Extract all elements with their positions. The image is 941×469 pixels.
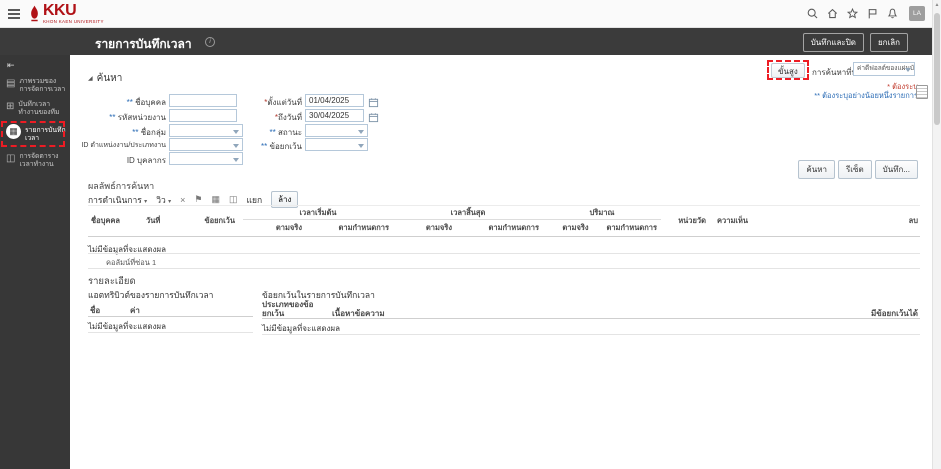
sidebar-collapse-icon[interactable]: ⇤ bbox=[7, 60, 15, 71]
logo-subtitle: KHON KAEN UNIVERSITY bbox=[43, 19, 104, 24]
col-exception: ข้อยกเว้น bbox=[204, 216, 235, 225]
unit-code-input[interactable] bbox=[169, 109, 237, 122]
flag-marker-icon[interactable]: ⚑ bbox=[194, 194, 202, 205]
main-content: ◢ ค้นหา ขั้นสูง การค้นหาที่บันทึก ค่าดีฟอ… bbox=[70, 55, 932, 469]
sidebar-item-time-overview[interactable]: ▤ ภาพรวมของการจัดการเวลา bbox=[0, 78, 70, 95]
user-avatar[interactable]: LA bbox=[909, 6, 925, 21]
col-end-actual: ตามจริง bbox=[425, 223, 452, 232]
col-group-end-time: เวลาสิ้นสุด ตามจริง ตามกำหนดการ bbox=[393, 206, 543, 236]
saved-search-select[interactable]: ค่าดีฟอลต์ของแผ่นบันทึกเวลา bbox=[853, 62, 915, 76]
to-date-calendar-icon[interactable] bbox=[368, 110, 379, 123]
col-start-scheduled: ตามกำหนดการ bbox=[338, 223, 389, 232]
from-date-label: ตั้งแต่วันที่ bbox=[267, 98, 302, 107]
caret-down-icon: ▾ bbox=[144, 198, 148, 205]
logo-text: KKU bbox=[43, 2, 77, 19]
time-entries-icon: ▦ bbox=[6, 124, 21, 139]
col-date: วันที่ bbox=[146, 216, 161, 225]
save-search-button[interactable]: บันทึก... bbox=[874, 160, 918, 179]
to-date-input[interactable] bbox=[305, 109, 364, 122]
exc-col-type: ประเภทของข้อยกเว้น bbox=[262, 300, 314, 319]
cancel-button[interactable]: ยกเลิก bbox=[869, 33, 908, 52]
advanced-search-button[interactable]: ขั้นสูง bbox=[771, 63, 805, 78]
schedule-icon: ◫ bbox=[6, 153, 16, 164]
status-label: สถานะ bbox=[278, 128, 302, 137]
vertical-scrollbar[interactable]: ▲ bbox=[932, 0, 941, 469]
exception-select[interactable] bbox=[305, 138, 368, 151]
col-qty-scheduled: ตามกำหนดการ bbox=[606, 223, 657, 232]
col-start-actual: ตามจริง bbox=[275, 223, 302, 232]
results-empty-text: ไม่มีข้อมูลที่จะแสดงผล bbox=[88, 245, 167, 254]
from-date-input[interactable] bbox=[305, 94, 364, 107]
sidebar-item-team-time[interactable]: ⊞ บันทึกเวลาทำงานของทีม bbox=[0, 101, 70, 118]
scrollbar-thumb[interactable] bbox=[934, 13, 940, 125]
col-end-scheduled: ตามกำหนดการ bbox=[488, 223, 539, 232]
at-least-one-note: ** ต้องระบุอย่างน้อยหนึ่งรายการ bbox=[814, 91, 918, 100]
col-qty-actual: ตามจริง bbox=[562, 223, 589, 232]
col-comment: ความเห็น bbox=[717, 216, 749, 225]
attributes-title: แอตทริบิวต์ของรายการบันทึกเวลา bbox=[88, 290, 214, 300]
kku-flame-icon bbox=[31, 5, 38, 22]
page-title: รายการบันทึกเวลา bbox=[95, 37, 192, 51]
search-icon[interactable] bbox=[805, 6, 820, 21]
person-name-label: ชื่อบุคคล bbox=[135, 98, 166, 107]
home-icon[interactable] bbox=[825, 6, 840, 21]
details-heading: รายละเอียด bbox=[88, 276, 136, 287]
caret-down-icon: ▾ bbox=[168, 198, 172, 205]
sidebar-item-time-entries[interactable]: ▦ รายการบันทึกเวลา bbox=[0, 124, 70, 144]
top-app-bar: KKU KHON KAEN UNIVERSITY LA bbox=[0, 0, 941, 28]
group-name-label: ชื่อกลุ่ม bbox=[140, 128, 166, 137]
status-select[interactable] bbox=[305, 124, 368, 137]
messages-flag-icon[interactable] bbox=[865, 6, 880, 21]
unit-code-label: รหัสหน่วยงาน bbox=[117, 113, 166, 122]
detach-icon[interactable]: ◫ bbox=[229, 194, 238, 205]
col-group-start-time: เวลาเริ่มต้น ตามจริง ตามกำหนดการ bbox=[243, 206, 393, 236]
save-and-close-button[interactable]: บันทึกและปิด bbox=[802, 33, 864, 52]
notifications-bell-icon[interactable] bbox=[885, 6, 900, 21]
to-date-label: ถึงวันที่ bbox=[278, 113, 302, 122]
team-time-icon: ⊞ bbox=[6, 101, 15, 112]
personnel-id-select[interactable] bbox=[169, 152, 243, 165]
freeze-grid-icon[interactable]: ▦ bbox=[211, 194, 220, 205]
overview-icon: ▤ bbox=[6, 78, 16, 89]
expand-triangle-icon: ◢ bbox=[88, 76, 93, 82]
kku-logo[interactable]: KKU KHON KAEN UNIVERSITY bbox=[28, 2, 104, 24]
results-table: ชื่อบุคคล วันที่ ข้อยกเว้น เวลาเริ่มต้น … bbox=[88, 205, 920, 237]
search-section-header[interactable]: ◢ ค้นหา bbox=[88, 71, 122, 86]
search-button[interactable]: ค้นหา bbox=[798, 160, 835, 179]
from-date-calendar-icon[interactable] bbox=[368, 95, 379, 108]
col-person: ชื่อบุคคล bbox=[91, 216, 120, 225]
reset-button[interactable]: รีเซ็ต bbox=[838, 160, 872, 179]
group-name-select[interactable] bbox=[169, 124, 243, 137]
page-title-bar: รายการบันทึกเวลา i บันทึกและปิด ยกเลิก bbox=[0, 28, 941, 55]
side-panel-toggle-icon[interactable] bbox=[916, 85, 928, 99]
col-group-quantity: ปริมาณ ตามจริง ตามกำหนดการ bbox=[543, 206, 661, 236]
sidebar-item-work-schedule[interactable]: ◫ การจัดตารางเวลาทำงาน bbox=[0, 153, 70, 170]
info-icon[interactable]: i bbox=[205, 37, 215, 47]
delete-row-icon[interactable]: × bbox=[180, 195, 185, 205]
person-name-input[interactable] bbox=[169, 94, 237, 107]
menu-hamburger-icon[interactable] bbox=[8, 9, 20, 19]
position-id-select[interactable] bbox=[169, 138, 243, 151]
personnel-id-label: ID บุคลากร bbox=[126, 156, 166, 165]
col-delete: ลบ bbox=[908, 216, 918, 225]
position-id-label: ID ตำแหน่งงาน/ประเภทงาน bbox=[81, 142, 166, 149]
favorites-star-icon[interactable] bbox=[845, 6, 860, 21]
sidebar-nav: ⇤ ▤ ภาพรวมของการจัดการเวลา ⊞ บันทึกเวลาท… bbox=[0, 55, 70, 469]
scroll-up-arrow[interactable]: ▲ bbox=[933, 2, 941, 8]
exception-label: ข้อยกเว้น bbox=[269, 142, 303, 151]
col-uom: หน่วยวัด bbox=[678, 216, 706, 225]
